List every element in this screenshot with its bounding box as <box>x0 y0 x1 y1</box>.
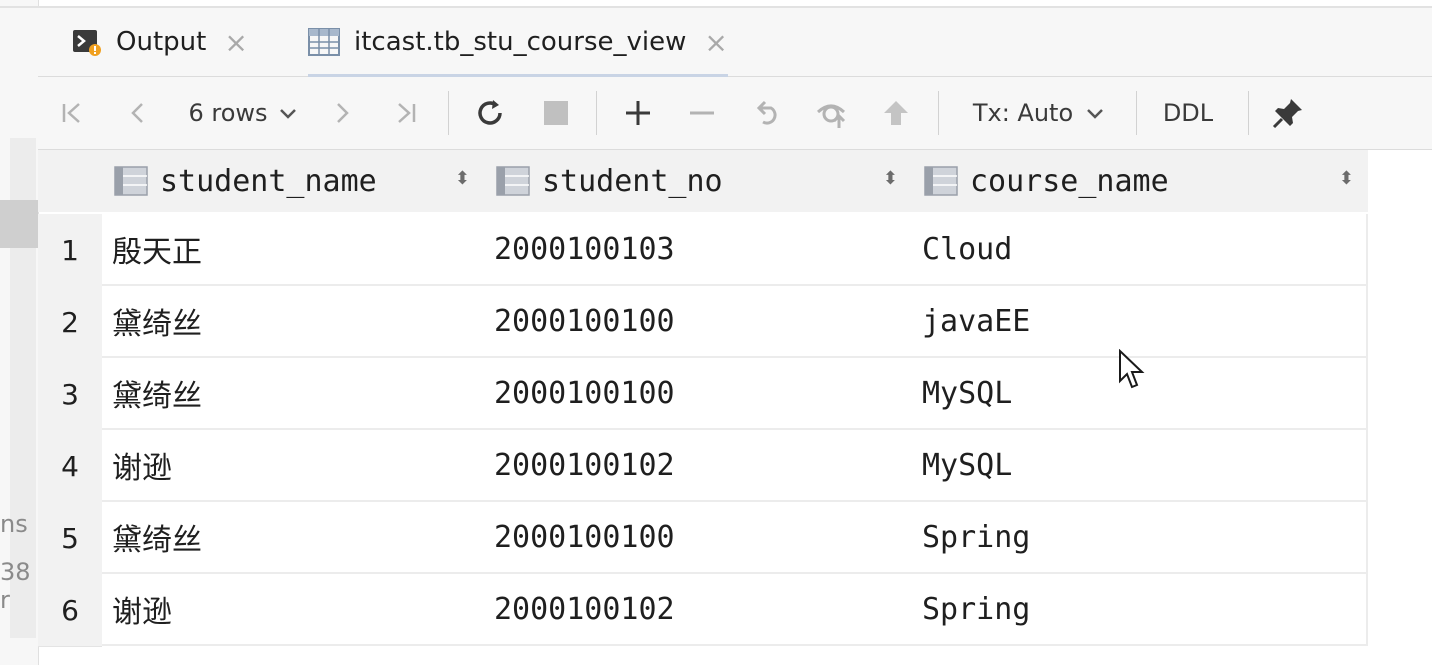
transaction-mode-dropdown[interactable]: Tx: Auto <box>964 77 1114 149</box>
table-cell[interactable]: 黛绮丝 <box>102 286 486 358</box>
table-cell[interactable]: 2000100102 <box>484 574 914 646</box>
toolbar-separator <box>448 91 449 135</box>
ddl-button[interactable]: DDL <box>1150 77 1226 149</box>
sort-icon[interactable]: ⬍ <box>455 168 470 189</box>
last-page-icon[interactable] <box>386 77 426 149</box>
column-icon <box>924 166 958 196</box>
column-icon <box>114 166 148 196</box>
tab-table-view[interactable]: itcast.tb_stu_course_view × <box>308 8 728 77</box>
left-scrollbar-thumb[interactable] <box>0 200 38 248</box>
grid-corner <box>38 150 102 212</box>
table-cell[interactable]: 2000100100 <box>484 286 914 358</box>
chevron-down-icon <box>278 99 298 127</box>
first-page-icon[interactable] <box>52 77 92 149</box>
add-row-icon[interactable] <box>616 77 660 149</box>
table-cell[interactable]: javaEE <box>912 286 1368 358</box>
close-icon[interactable]: × <box>224 26 247 59</box>
preview-pending-icon[interactable] <box>810 77 854 149</box>
stop-icon[interactable] <box>534 77 578 149</box>
toolbar-separator <box>938 91 939 135</box>
refresh-icon[interactable] <box>468 77 512 149</box>
table-cell[interactable]: 黛绮丝 <box>102 358 486 430</box>
row-number[interactable]: 5 <box>38 502 102 575</box>
table-view-icon <box>308 28 340 56</box>
delete-row-icon[interactable] <box>680 77 724 149</box>
rows-label: 6 rows <box>188 99 268 127</box>
sort-icon[interactable]: ⬍ <box>883 168 898 189</box>
column-name: student_no <box>542 163 723 199</box>
toolbar-separator <box>596 91 597 135</box>
prev-page-icon[interactable] <box>118 77 158 149</box>
tab-output[interactable]: Output × <box>72 8 248 76</box>
tx-mode-label: Tx: Auto <box>972 99 1074 127</box>
mouse-cursor-icon <box>1118 348 1146 395</box>
pin-icon[interactable] <box>1266 77 1310 149</box>
tab-bar: Output × itcast.tb_stu_course_view × <box>38 8 1432 77</box>
table-cell[interactable]: 2000100103 <box>484 214 914 286</box>
tab-output-label: Output <box>116 27 207 57</box>
row-number[interactable]: 3 <box>38 358 102 431</box>
table-cell[interactable]: MySQL <box>912 430 1368 502</box>
result-toolbar: 6 rows Tx: Auto DDL <box>38 77 1432 150</box>
column-header-student-no[interactable]: student_no ⬍ <box>484 150 914 212</box>
next-page-icon[interactable] <box>322 77 362 149</box>
table-cell[interactable]: Cloud <box>912 214 1368 286</box>
table-cell[interactable]: 谢逊 <box>102 574 486 646</box>
chevron-down-icon <box>1085 99 1105 127</box>
row-number[interactable]: 2 <box>38 286 102 359</box>
submit-icon[interactable] <box>874 77 918 149</box>
table-cell[interactable]: 殷天正 <box>102 214 486 286</box>
console-output-icon <box>72 27 102 57</box>
close-icon[interactable]: × <box>704 26 727 59</box>
column-name: student_name <box>160 163 377 199</box>
toolbar-separator <box>1136 91 1137 135</box>
row-number[interactable]: 6 <box>38 574 102 647</box>
sort-icon[interactable]: ⬍ <box>1339 168 1354 189</box>
table-cell[interactable]: Spring <box>912 574 1368 646</box>
table-cell[interactable]: Spring <box>912 502 1368 574</box>
table-cell[interactable]: 黛绮丝 <box>102 502 486 574</box>
table-cell[interactable]: 2000100100 <box>484 358 914 430</box>
rows-dropdown[interactable]: 6 rows <box>178 77 308 149</box>
table-cell[interactable]: 谢逊 <box>102 430 486 502</box>
table-cell[interactable]: 2000100102 <box>484 430 914 502</box>
column-icon <box>496 166 530 196</box>
left-panel: ns 38 r <box>0 0 39 665</box>
row-number[interactable]: 1 <box>38 214 102 287</box>
left-panel-fragment: 38 r <box>0 558 31 614</box>
ddl-label: DDL <box>1162 99 1214 127</box>
toolbar-separator <box>1248 91 1249 135</box>
left-panel-fragment: ns <box>0 510 28 538</box>
column-name: course_name <box>970 163 1169 199</box>
revert-icon[interactable] <box>746 77 790 149</box>
column-header-course-name[interactable]: course_name ⬍ <box>912 150 1370 212</box>
row-number[interactable]: 4 <box>38 430 102 503</box>
table-cell[interactable]: 2000100100 <box>484 502 914 574</box>
tab-table-view-label: itcast.tb_stu_course_view <box>354 27 687 57</box>
column-header-student-name[interactable]: student_name ⬍ <box>102 150 486 212</box>
